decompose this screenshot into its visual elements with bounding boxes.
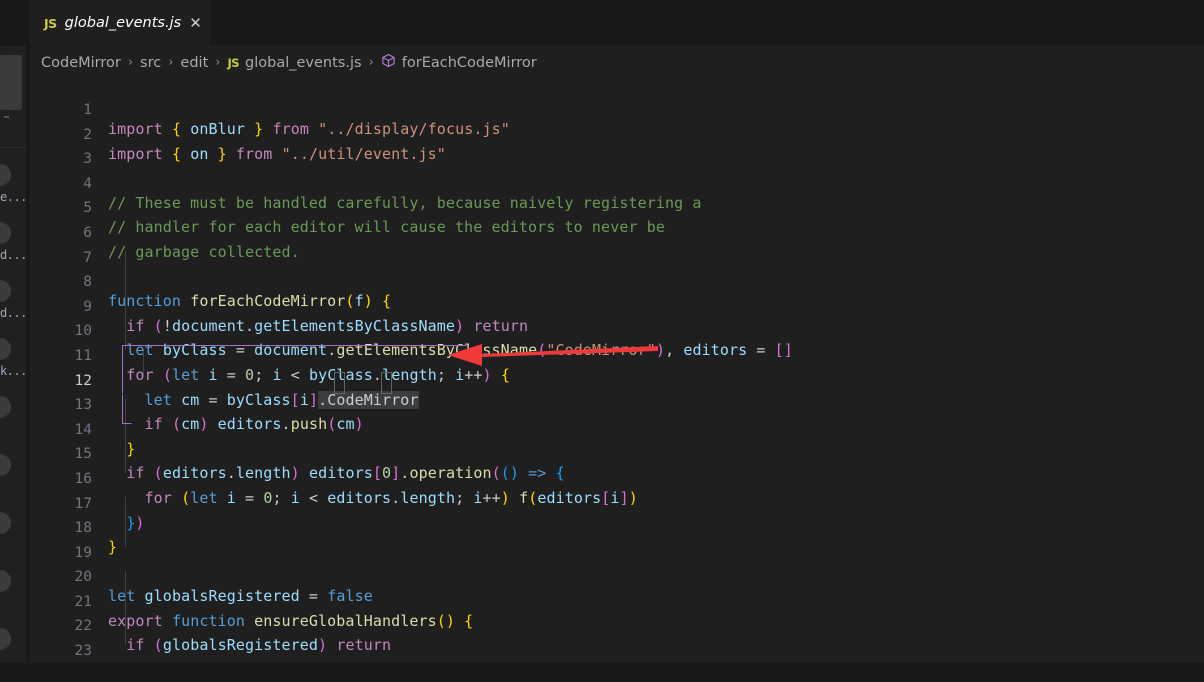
bracket-match-close [381, 372, 392, 394]
edge-panel-tick [4, 116, 9, 118]
code-line: 10 let byClass = document.getElementsByC… [30, 300, 1204, 359]
breadcrumb: CodeMirror › src › edit › JS global_even… [30, 46, 1204, 79]
code-line: 9 if (!document.getElementsByClassName) … [30, 276, 1204, 335]
code-line: 4 // These must be handled carefully, be… [30, 153, 1204, 212]
editor-group: JS global_events.js ✕ CodeMirror › src ›… [30, 0, 1204, 663]
code-line: 23 registerGlobalHandlers() [30, 620, 1204, 663]
chevron-right-icon: › [168, 55, 174, 70]
code-line: 19 [30, 522, 1204, 561]
list-item[interactable]: d... [0, 218, 27, 276]
code-line: 16 for (let i = 0; i < editors.length; i… [30, 448, 1204, 507]
code-line: 5 // handler for each editor will cause … [30, 177, 1204, 236]
cube-icon [381, 53, 396, 72]
javascript-file-icon: JS [44, 15, 57, 31]
code-line: 22 if (globalsRegistered) return [30, 595, 1204, 654]
list-item[interactable] [0, 450, 26, 508]
code-line: 6 // garbage collected. [30, 202, 1204, 261]
breadcrumb-item-src[interactable]: src [140, 55, 161, 71]
avatar [0, 222, 11, 244]
bracket-match-outline-bottom [122, 394, 132, 424]
list-item[interactable]: d... [0, 276, 27, 334]
tab-global-events-js[interactable]: JS global_events.js ✕ [30, 0, 210, 46]
avatar [0, 454, 11, 476]
bracket-match-outline [122, 345, 467, 394]
avatar [0, 570, 11, 592]
avatar [0, 512, 11, 534]
code-line: 3 [30, 128, 1204, 167]
avatar [0, 338, 11, 360]
chevron-right-icon: › [215, 55, 221, 70]
vscode-window: e... d... d... k... JS global_events.js … [0, 0, 1204, 663]
left-edge-panel[interactable]: e... d... d... k... [0, 0, 27, 663]
close-icon[interactable]: ✕ [189, 15, 202, 31]
chevron-right-icon: › [127, 55, 134, 70]
breadcrumb-item-file[interactable]: global_events.js [245, 55, 362, 71]
tab-bar: JS global_events.js ✕ [30, 0, 1204, 46]
edge-panel-card[interactable] [0, 55, 22, 110]
avatar [0, 280, 11, 302]
avatar [0, 628, 11, 650]
code-line: 21 export function ensureGlobalHandlers(… [30, 571, 1204, 630]
list-item-label: d... [0, 306, 27, 320]
code-line: 18 } [30, 497, 1204, 556]
list-item[interactable] [0, 566, 26, 624]
code-editor[interactable]: 1 import { onBlur } from "../display/foc… [30, 79, 1204, 663]
list-item-label: d... [0, 248, 27, 262]
code-line: 7 [30, 227, 1204, 266]
list-item-label: e... [0, 190, 27, 204]
breadcrumb-item-codemirror[interactable]: CodeMirror [41, 55, 121, 71]
list-item[interactable] [0, 624, 26, 682]
code-line: 8 function forEachCodeMirror(f) { [30, 251, 1204, 310]
list-item-label: k... [0, 364, 27, 378]
edge-panel-header [0, 0, 26, 46]
edge-panel-divider [0, 147, 26, 148]
bracket-match-open [334, 372, 345, 394]
tab-label: global_events.js [64, 15, 182, 31]
code-line: 15 if (editors.length) editors[0].operat… [30, 423, 1204, 482]
code-line: 20 let globalsRegistered = false [30, 546, 1204, 605]
javascript-file-icon: JS [227, 55, 240, 70]
breadcrumb-item-edit[interactable]: edit [180, 55, 208, 71]
avatar [0, 164, 11, 186]
code-line: 1 import { onBlur } from "../display/foc… [30, 79, 1204, 138]
list-item[interactable] [0, 508, 26, 566]
code-line: 17 }) [30, 473, 1204, 532]
code-line: 2 import { on } from "../util/event.js" [30, 104, 1204, 163]
list-item[interactable]: e... [0, 160, 27, 218]
code-line: 24 globalsRegistered = true [30, 645, 1204, 663]
code-line: 14 } [30, 399, 1204, 458]
breadcrumb-item-symbol[interactable]: forEachCodeMirror [402, 55, 537, 71]
list-item[interactable]: k... [0, 334, 27, 392]
avatar [0, 396, 11, 418]
list-item[interactable] [0, 392, 26, 450]
chevron-right-icon: › [368, 55, 374, 70]
